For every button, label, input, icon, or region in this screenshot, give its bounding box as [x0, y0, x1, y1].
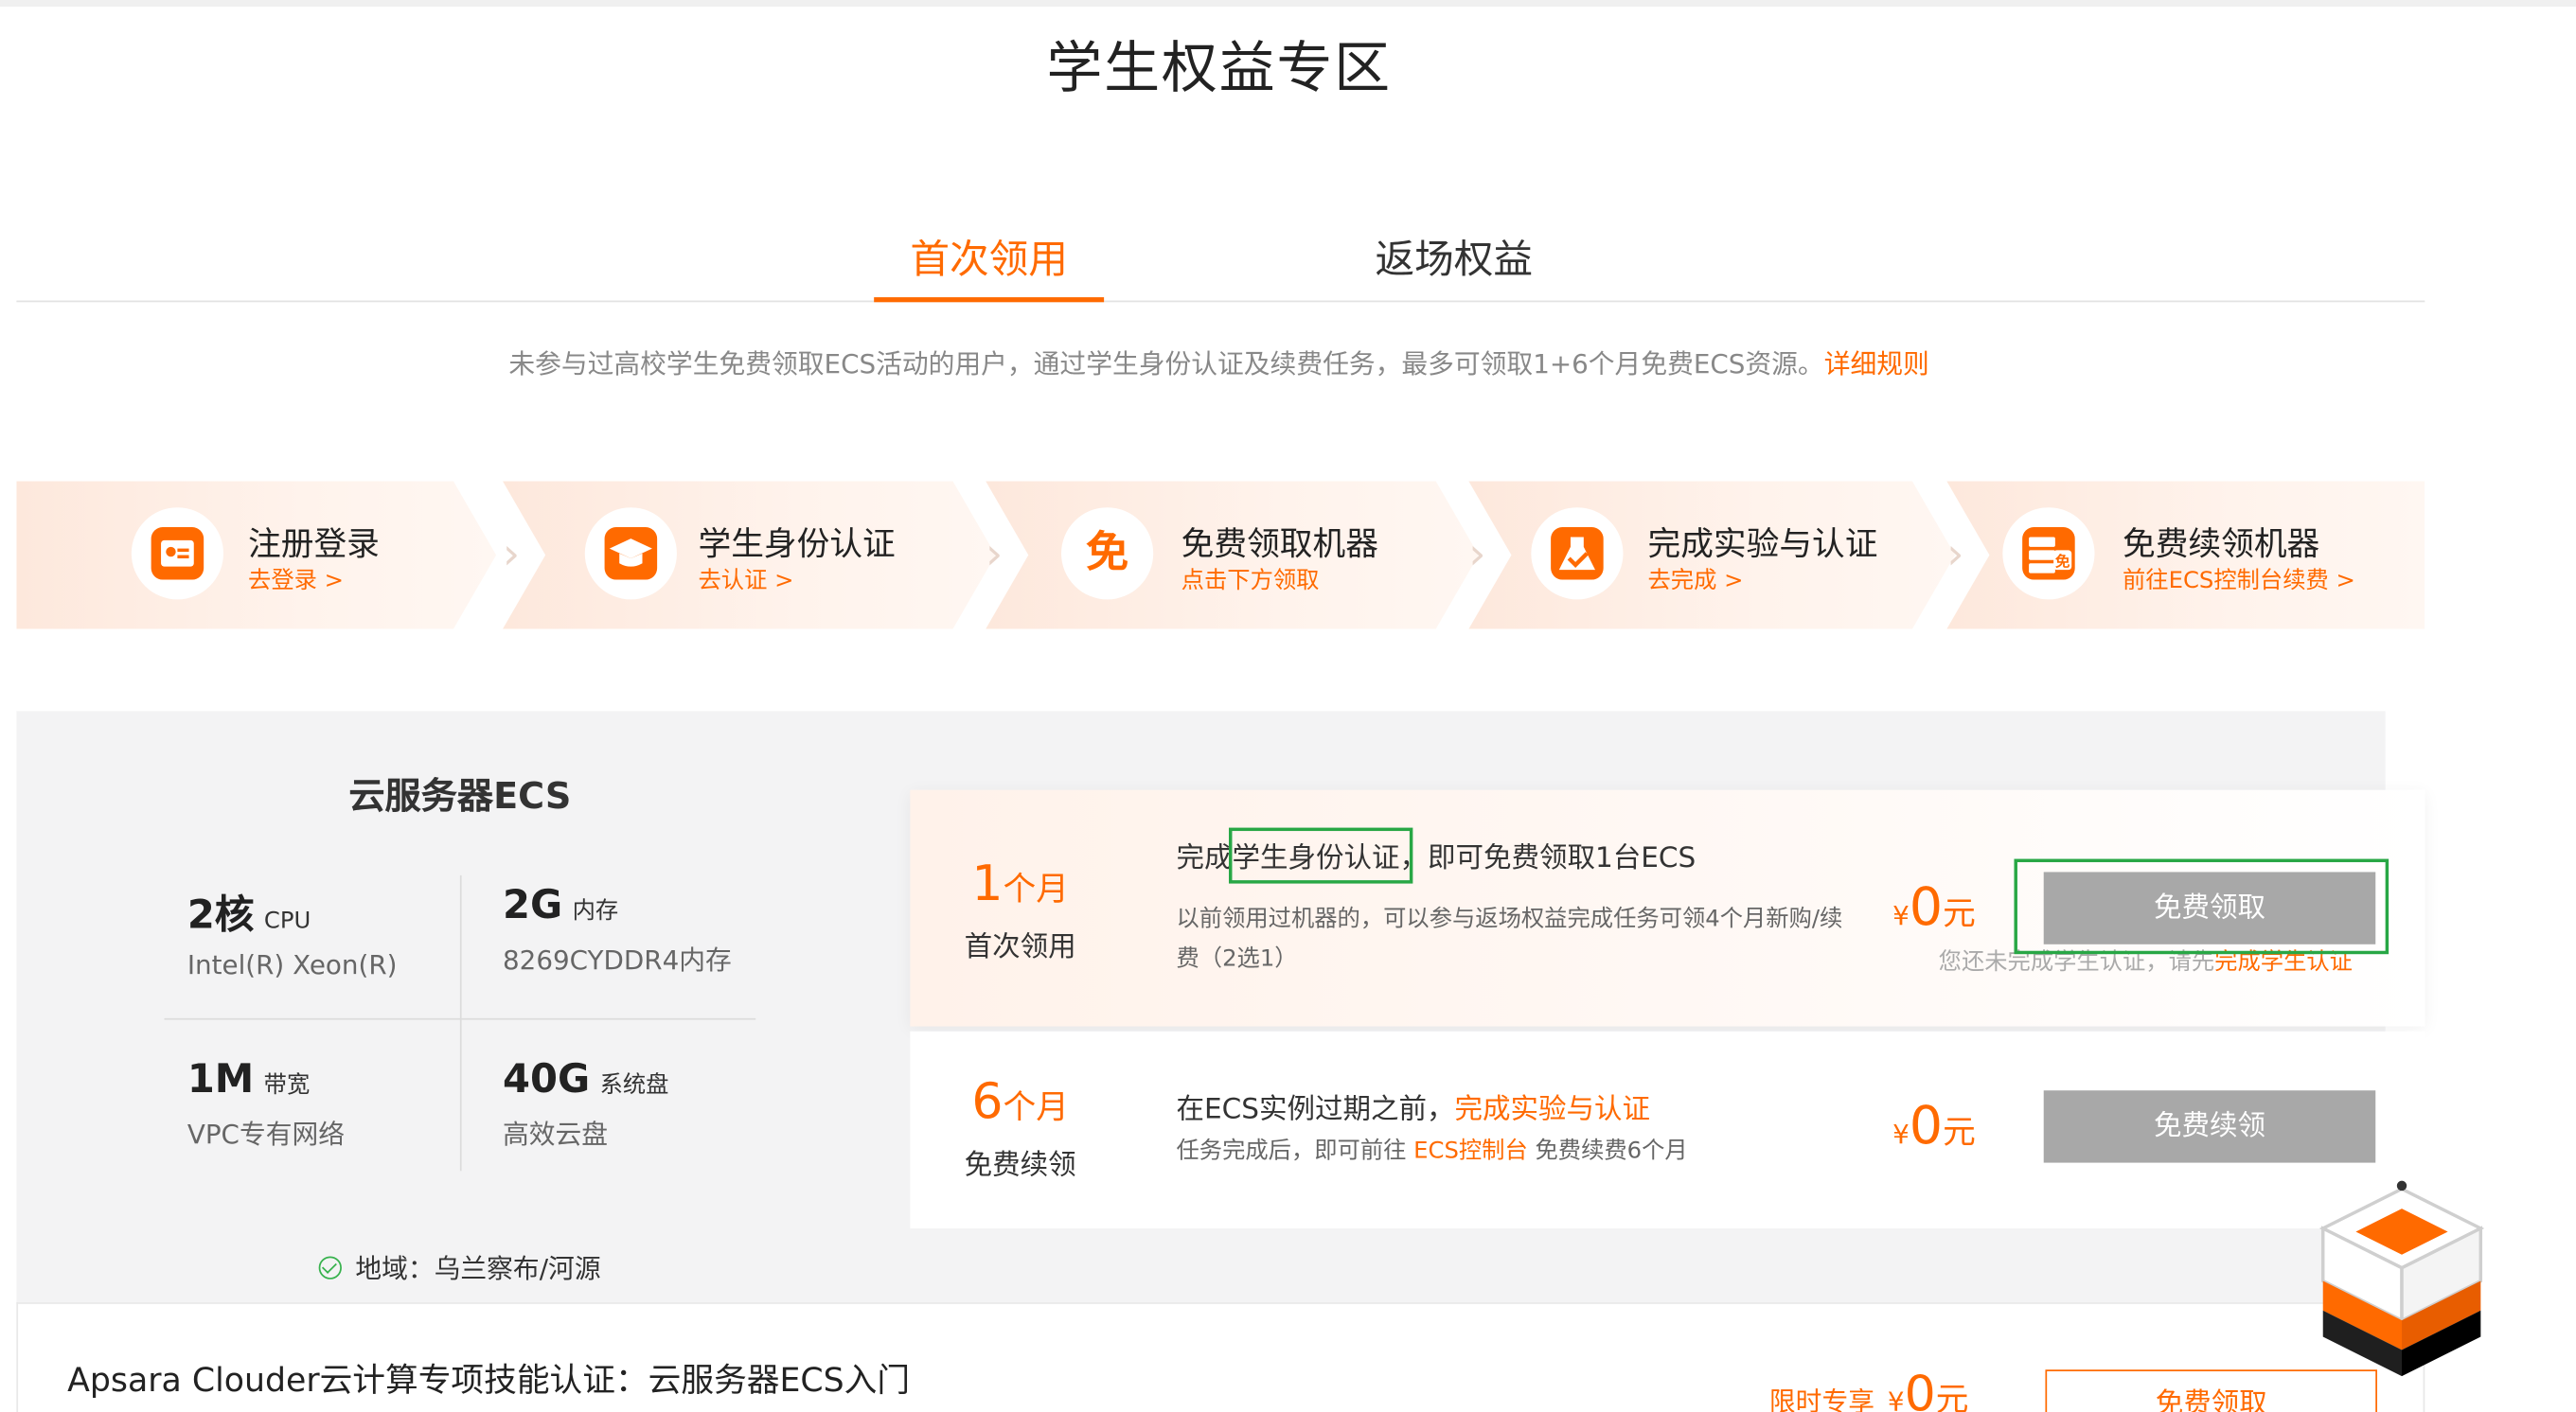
step-title: 注册登录: [248, 523, 380, 564]
sub-suffix: 免费续费6个月: [1527, 1138, 1688, 1165]
spec-bandwidth: 1M 带宽 VPC专有网络: [187, 1056, 345, 1152]
spec-value: 2G: [503, 881, 563, 928]
course-card: Apsara Clouder云计算专项技能认证：云服务器ECS入门 限时专享 ¥0…: [16, 1302, 2425, 1412]
chevron-right-icon: ›: [1946, 530, 1964, 580]
spec-value: 40G: [503, 1055, 591, 1103]
offer-first-month: 1个月 首次领用 完成学生身份认证，即可免费领取1台ECS 以前领用过机器的，可…: [910, 789, 2425, 1027]
offer-price: ¥0元: [1892, 1094, 1976, 1156]
currency-symbol: ¥: [1892, 899, 1910, 931]
offer-main-suffix: ，即可免费领取1台ECS: [1399, 842, 1697, 875]
chevron-right-icon: ›: [1468, 530, 1486, 580]
price-unit: 元: [1943, 1111, 1976, 1152]
step-title: 学生身份认证: [698, 523, 896, 564]
spec-unit: 系统盘: [599, 1072, 669, 1099]
spec-cpu: 2核 CPU Intel(R) Xeon(R): [187, 882, 398, 980]
region-info: 地域：乌兰察布/河源: [16, 1246, 903, 1286]
offer-six-months: 6个月 免费续领 在ECS实例过期之前，完成实验与认证 任务完成后，即可前往 E…: [910, 1031, 2425, 1229]
floating-cube-icon[interactable]: [2300, 1179, 2503, 1383]
spec-unit: 带宽: [263, 1072, 311, 1099]
spec-unit: 内存: [572, 898, 619, 925]
step-title: 完成实验与认证: [1647, 523, 1878, 564]
tab-return-benefits[interactable]: 返场权益: [1331, 226, 1577, 302]
offer-period: 1个月 首次领用: [910, 856, 1130, 964]
offer-sub-line: 以前领用过机器的，可以参与返场权益完成任务可领4个月新购/续费（2选1）: [1176, 906, 1843, 973]
spec-divider-vertical: [459, 874, 462, 1172]
offer-period: 6个月 免费续领: [910, 1074, 1130, 1183]
tab-first-claim[interactable]: 首次领用: [874, 226, 1105, 303]
spec-value: 2核: [187, 891, 255, 938]
period-label: 免费续领: [964, 1149, 1076, 1183]
course-price: 限时专享 ¥0元: [1769, 1367, 1968, 1412]
step-student-verify: 学生身份认证 去认证 >: [503, 481, 996, 628]
product-title: 云服务器ECS: [348, 776, 572, 819]
lab-cert-link[interactable]: 完成实验与认证: [1454, 1094, 1650, 1127]
login-link[interactable]: 去登录 >: [248, 563, 344, 596]
page-title: 学生权益专区: [1046, 36, 1392, 102]
server-free-icon: 免: [2002, 507, 2095, 600]
offer-sub-line: 任务完成后，即可前往 ECS控制台 免费续费6个月: [1176, 1132, 1687, 1172]
spec-unit: CPU: [263, 908, 311, 935]
complete-link[interactable]: 去完成 >: [1648, 563, 1744, 596]
claim-below-text: 点击下方领取: [1181, 568, 1320, 595]
offer-main-line: 在ECS实例过期之前，完成实验与认证: [1176, 1085, 1650, 1127]
spec-divider-horizontal: [164, 1017, 756, 1020]
period-number: 6: [971, 1073, 1004, 1132]
price-unit: 元: [1935, 1379, 1969, 1412]
price-value: 0: [1909, 1093, 1944, 1156]
top-divider: [0, 0, 2576, 7]
period-number: 1: [971, 856, 1004, 913]
currency-symbol: ¥: [1887, 1386, 1905, 1412]
highlight-box: [1229, 827, 1413, 884]
period-label: 首次领用: [964, 930, 1076, 964]
tab-bar: 首次领用 返场权益: [16, 210, 2425, 303]
ecs-console-renew-link[interactable]: 前往ECS控制台续费 >: [2123, 563, 2355, 596]
graduation-cap-icon: [585, 507, 677, 599]
step-register: 注册登录 去登录 >: [16, 481, 496, 628]
spec-desc: 高效云盘: [503, 1118, 609, 1150]
spec-desc: 8269CYDDR4内存: [503, 944, 732, 976]
spec-desc: VPC专有网络: [187, 1118, 346, 1150]
region-text: 地域：乌兰察布/河源: [355, 1253, 601, 1285]
page: 学生权益专区 首次领用 返场权益 未参与过高校学生免费领取ECS活动的用户，通过…: [0, 0, 2576, 1412]
spec-value: 1M: [187, 1055, 255, 1103]
highlight-box: [2014, 858, 2389, 955]
price-unit: 元: [1943, 893, 1976, 933]
step-claim-machine: 免 免费领取机器 点击下方领取: [986, 481, 1479, 628]
check-circle-icon: [319, 1256, 343, 1280]
free-badge-icon: 免: [1061, 507, 1153, 599]
offer-price: ¥0元: [1892, 875, 1976, 938]
price-value: 0: [1904, 1366, 1936, 1412]
notice-text: 未参与过高校学生免费领取ECS活动的用户，通过学生身份认证及续费任务，最多可领取…: [0, 342, 2438, 381]
period-unit: 个月: [1003, 868, 1069, 909]
limited-offer-label: 限时专享: [1768, 1386, 1875, 1412]
spec-memory: 2G 内存 8269CYDDR4内存: [503, 882, 732, 978]
course-title: Apsara Clouder云计算专项技能认证：云服务器ECS入门: [67, 1359, 911, 1400]
spec-disk: 40G 系统盘 高效云盘: [503, 1056, 668, 1152]
step-renew: 免 免费续领机器 前往ECS控制台续费 >: [1946, 481, 2425, 629]
price-value: 0: [1909, 874, 1944, 938]
offer-main-prefix: 完成: [1176, 842, 1233, 875]
svg-text:免: 免: [2055, 553, 2070, 571]
step-title: 免费续领机器: [2123, 523, 2320, 564]
period-unit: 个月: [1003, 1086, 1069, 1127]
chevron-right-icon: ›: [503, 530, 521, 580]
step-flow: 注册登录 去登录 > › 学生身份认证 去认证 > › 免 免费领取机器 点击下…: [16, 481, 2425, 629]
currency-symbol: ¥: [1892, 1118, 1910, 1150]
notice-body: 未参与过高校学生免费领取ECS活动的用户，通过学生身份认证及续费任务，最多可领取…: [508, 347, 1824, 379]
verify-link[interactable]: 去认证 >: [699, 563, 794, 596]
step-title: 免费领取机器: [1181, 523, 1378, 564]
offer-main-prefix: 在ECS实例过期之前，: [1176, 1093, 1455, 1127]
step-lab-cert: 完成实验与认证 去完成 >: [1468, 481, 1955, 628]
id-card-icon: [132, 507, 223, 599]
renew-free-button[interactable]: 免费续领: [2043, 1090, 2376, 1163]
chevron-right-icon: ›: [986, 530, 1004, 580]
sub-prefix: 任务完成后，即可前往: [1176, 1138, 1414, 1165]
spec-desc: Intel(R) Xeon(R): [187, 949, 398, 980]
detail-rules-link[interactable]: 详细规则: [1824, 348, 1929, 379]
ecs-console-link[interactable]: ECS控制台: [1413, 1138, 1528, 1165]
flask-icon: [1531, 507, 1623, 599]
